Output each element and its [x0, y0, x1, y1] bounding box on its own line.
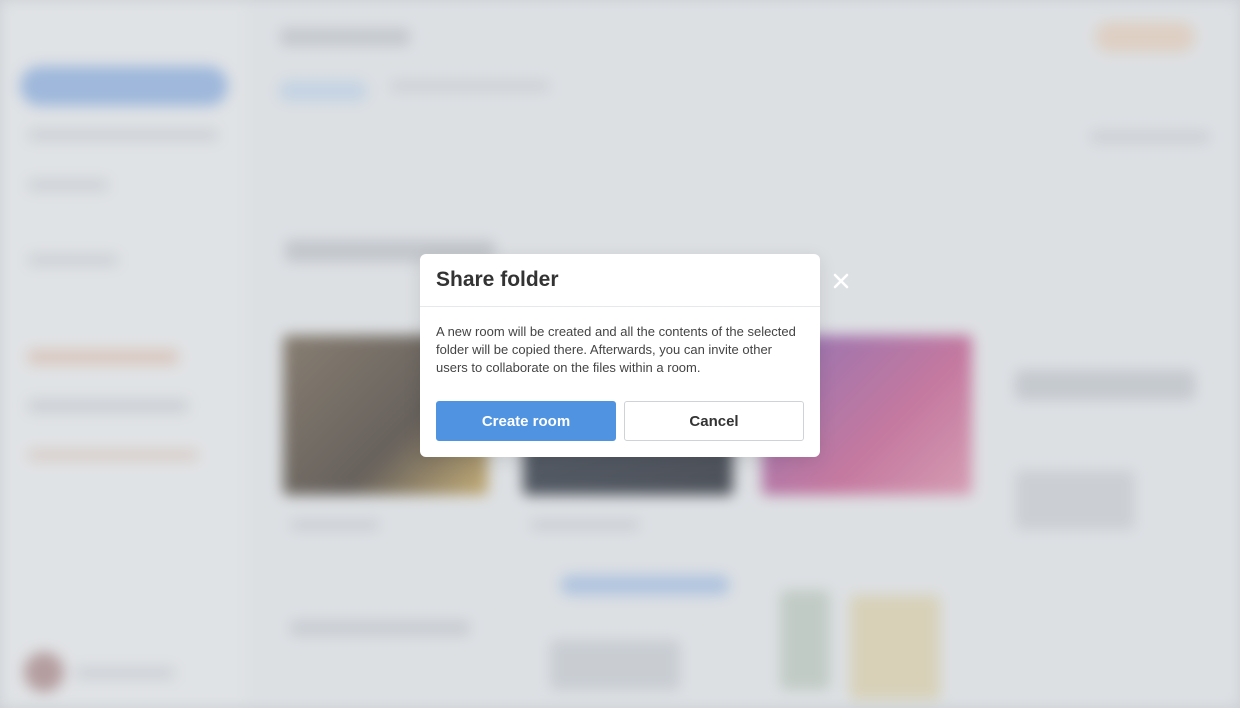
dialog-actions: Create room Cancel: [436, 401, 804, 441]
dialog-message: A new room will be created and all the c…: [436, 324, 796, 375]
dialog-title: Share folder: [436, 268, 559, 291]
share-folder-dialog: Share folder A new room will be created …: [420, 254, 820, 457]
cancel-button[interactable]: Cancel: [624, 401, 804, 441]
create-room-button[interactable]: Create room: [436, 401, 616, 441]
dialog-header: Share folder: [420, 254, 820, 307]
close-icon[interactable]: [830, 270, 852, 292]
